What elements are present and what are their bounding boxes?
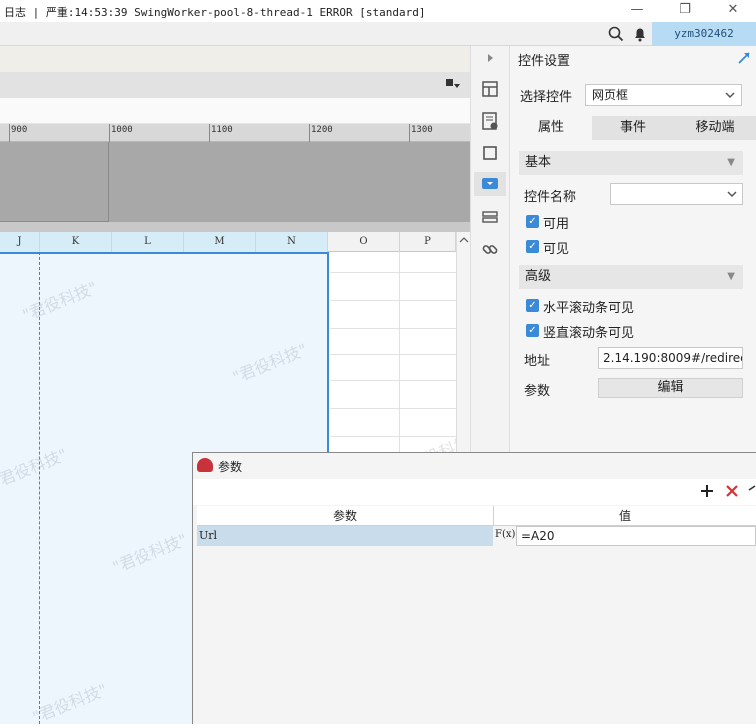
- app-logo-icon: [197, 458, 213, 472]
- panel-title: 控件设置: [518, 54, 571, 69]
- link-icon[interactable]: [479, 238, 501, 260]
- ruler-tick: [309, 124, 310, 142]
- widget-name-label: 控件名称: [524, 190, 577, 205]
- ruler-tick: [109, 124, 110, 142]
- move-up-icon[interactable]: [748, 483, 756, 499]
- grid-line: [330, 408, 456, 409]
- address-input[interactable]: 2.14.190:8009#/redirect?: [598, 347, 743, 369]
- frame-icon[interactable]: [479, 142, 501, 164]
- param-value-input[interactable]: =A20: [516, 526, 756, 546]
- data-icon[interactable]: [479, 206, 501, 228]
- delete-icon[interactable]: [724, 483, 740, 499]
- visible-checkbox[interactable]: ✓: [526, 240, 539, 253]
- dialog-title-bar[interactable]: [193, 453, 756, 479]
- pin-icon[interactable]: [737, 51, 751, 65]
- grid-line: [330, 380, 456, 381]
- restore-button[interactable]: ❐: [662, 0, 708, 22]
- tab-properties[interactable]: 属性: [510, 116, 592, 140]
- scroll-up-icon[interactable]: [459, 234, 469, 244]
- widget-select[interactable]: 网页框: [585, 84, 742, 106]
- ruler-label: 1000: [111, 125, 133, 135]
- collapse-icon[interactable]: ▼: [727, 151, 735, 175]
- ruler-label: 1100: [211, 125, 233, 135]
- ruler-tick: [9, 124, 10, 142]
- search-icon[interactable]: [607, 25, 625, 43]
- horizontal-ruler: 900 1000 1100 1200 1300: [0, 124, 470, 142]
- panel-tabs: 属性 事件 移动端: [510, 116, 756, 140]
- grid-line: [330, 300, 456, 301]
- ruler-tick: [209, 124, 210, 142]
- format-toolbar: [0, 98, 470, 124]
- dialog-title: 参数: [218, 460, 243, 474]
- widget-name-input[interactable]: [610, 183, 743, 205]
- grid-line: [330, 354, 456, 355]
- form-icon[interactable]: [479, 110, 501, 132]
- column-header-j[interactable]: J: [0, 232, 40, 252]
- ruler-label: 1300: [411, 125, 433, 135]
- column-header-p[interactable]: P: [400, 232, 456, 252]
- log-message[interactable]: 日志 | 严重:14:53:39 SwingWorker-pool-8-thre…: [4, 4, 426, 20]
- tab-mobile[interactable]: 移动端: [674, 116, 756, 140]
- select-widget-label: 选择控件: [520, 90, 573, 105]
- design-toolbar: [0, 72, 470, 98]
- user-account[interactable]: yzm302462: [652, 22, 756, 46]
- enabled-label: 可用: [543, 217, 570, 232]
- tab-events[interactable]: 事件: [592, 116, 674, 140]
- address-label: 地址: [524, 354, 551, 369]
- widget-icon[interactable]: [482, 178, 498, 189]
- hscroll-checkbox[interactable]: ✓: [526, 299, 539, 312]
- collapse-icon[interactable]: ▼: [727, 265, 735, 289]
- format-icon[interactable]: [446, 79, 460, 91]
- header-param: 参数: [197, 506, 494, 526]
- info-strip: [0, 46, 470, 72]
- section-advanced[interactable]: 高级 ▼: [519, 265, 743, 289]
- hscroll-label: 水平滚动条可见: [543, 301, 635, 316]
- vscroll-checkbox[interactable]: ✓: [526, 324, 539, 337]
- formula-button[interactable]: F(x): [495, 526, 515, 546]
- section-basic[interactable]: 基本 ▼: [519, 151, 743, 175]
- ruler-tick: [409, 124, 410, 142]
- column-header-k[interactable]: K: [40, 232, 112, 252]
- page-break-line: [39, 252, 40, 724]
- column-header-o[interactable]: O: [328, 232, 400, 252]
- page-outline: [0, 142, 109, 222]
- canvas-gap: [0, 222, 470, 232]
- header-value: 值: [618, 509, 631, 523]
- visible-label: 可见: [543, 242, 570, 257]
- chevron-down-icon[interactable]: [726, 188, 738, 200]
- vscroll-label: 竖直滚动条可见: [543, 326, 635, 341]
- chevron-down-icon[interactable]: [724, 89, 736, 101]
- grid-line: [330, 328, 456, 329]
- collapse-arrow-icon[interactable]: [484, 52, 496, 64]
- edit-params-button[interactable]: 编辑: [598, 378, 743, 398]
- widget-settings-tab[interactable]: [474, 172, 506, 196]
- layout-icon[interactable]: [479, 78, 501, 100]
- enabled-checkbox[interactable]: ✓: [526, 215, 539, 228]
- column-header-n[interactable]: N: [256, 232, 328, 252]
- bell-icon[interactable]: [631, 25, 649, 43]
- section-advanced-label: 高级: [525, 269, 552, 284]
- minimize-button[interactable]: —: [614, 0, 660, 22]
- close-window-button[interactable]: ✕: [710, 0, 756, 22]
- grid-line: [330, 272, 456, 273]
- ruler-label: 1200: [311, 125, 333, 135]
- add-icon[interactable]: [699, 483, 715, 499]
- column-header: J K L M N O P: [0, 232, 456, 252]
- dialog-toolbar: [193, 479, 756, 505]
- params-table-header: 参数 值: [197, 506, 756, 526]
- grid-line: [330, 436, 456, 437]
- param-name-cell[interactable]: Url: [197, 526, 493, 546]
- ruler-label: 900: [11, 125, 28, 135]
- column-header-l[interactable]: L: [112, 232, 184, 252]
- params-label: 参数: [524, 384, 551, 399]
- column-header-m[interactable]: M: [184, 232, 256, 252]
- section-basic-label: 基本: [525, 155, 552, 170]
